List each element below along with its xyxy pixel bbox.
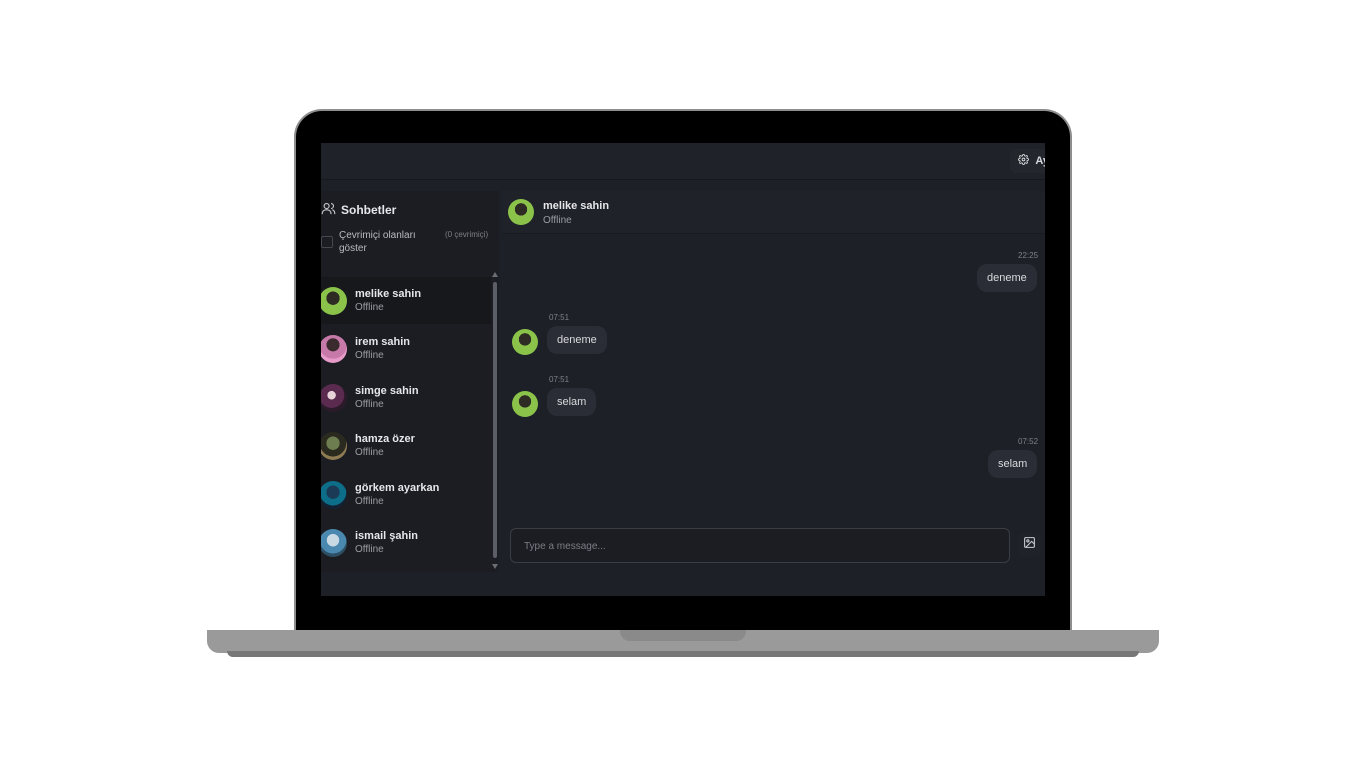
chat-contact-name: melike sahin (543, 200, 610, 212)
contact-text: görkem ayarkan Offline (355, 481, 439, 508)
contact-name: hamza özer (355, 433, 415, 445)
contact-list-scrollbar[interactable] (492, 272, 498, 569)
chat-header: melike sahin Offline (502, 191, 1045, 234)
message-time: 07:51 (549, 313, 570, 322)
avatar (321, 528, 347, 557)
online-filter-label[interactable]: Çevrimiçi olanları göster (339, 229, 439, 255)
message-bubble-incoming: selam (547, 388, 597, 416)
avatar (321, 286, 347, 315)
contact-text: ismail şahin Offline (355, 529, 418, 556)
sidebar-header: Sohbetler (321, 201, 396, 219)
contact-item[interactable]: ismail şahin Offline (321, 519, 491, 566)
scroll-up-arrow-icon[interactable] (492, 272, 498, 277)
image-icon (1023, 536, 1036, 554)
message-time: 07:51 (549, 375, 570, 384)
top-bar: Ay (321, 143, 1045, 180)
contact-name: simge sahin (355, 385, 419, 397)
contact-item[interactable]: görkem ayarkan Offline (321, 471, 491, 518)
chat-contact-status: Offline (543, 215, 572, 226)
contact-status: Offline (355, 350, 384, 361)
message-input-wrapper (510, 528, 1010, 564)
avatar (512, 391, 538, 417)
contact-name: görkem ayarkan (355, 482, 440, 494)
message-bubble-incoming: deneme (547, 326, 607, 354)
contact-item[interactable]: irem sahin Offline (321, 325, 491, 372)
contact-status: Offline (355, 496, 384, 507)
contact-text: hamza özer Offline (355, 432, 415, 459)
message-bubble-outgoing: selam (988, 450, 1038, 478)
laptop-base-foot (227, 651, 1139, 657)
online-count: (0 çevrimiçi) (445, 230, 489, 239)
avatar (321, 480, 347, 509)
scroll-down-arrow-icon[interactable] (492, 564, 498, 569)
contact-status: Offline (355, 302, 384, 313)
avatar (321, 334, 347, 363)
laptop-notch (620, 630, 746, 641)
contact-item[interactable]: melike sahin Offline (321, 277, 491, 324)
contact-item[interactable]: hamza özer Offline (321, 422, 491, 469)
contact-list: melike sahin Offline irem sahin Offline … (321, 277, 491, 572)
contact-name: melike sahin (355, 288, 422, 300)
settings-button[interactable]: Ay (1010, 149, 1045, 173)
message-bubble-outgoing: deneme (977, 264, 1037, 292)
avatar (508, 199, 534, 225)
contact-name: ismail şahin (355, 530, 418, 542)
online-filter: Çevrimiçi olanları göster (0 çevrimiçi) (321, 229, 497, 255)
contact-text: melike sahin Offline (355, 287, 421, 314)
settings-label: Ay (1035, 155, 1045, 167)
sidebar-title: Sohbetler (341, 203, 397, 217)
scrollbar-thumb[interactable] (493, 282, 497, 558)
message-input[interactable] (522, 529, 996, 564)
message-time: 07:52 (1018, 437, 1039, 446)
contact-text: irem sahin Offline (355, 335, 410, 362)
chat-sidebar: Sohbetler Çevrimiçi olanları göster (0 ç… (321, 191, 499, 572)
avatar (512, 329, 538, 355)
contact-status: Offline (355, 399, 384, 410)
gear-icon (1018, 154, 1030, 168)
avatar (321, 431, 347, 460)
contact-text: simge sahin Offline (355, 384, 419, 411)
users-icon (321, 201, 336, 219)
online-checkbox[interactable] (321, 236, 333, 248)
message-time: 22:25 (1018, 251, 1039, 260)
attach-image-button[interactable] (1017, 533, 1041, 557)
app-screen: Ay Sohbetler Çevrimiçi olanları göster (… (321, 143, 1045, 596)
contact-status: Offline (355, 447, 384, 458)
contact-status: Offline (355, 544, 384, 555)
contact-name: irem sahin (355, 336, 411, 348)
contact-item[interactable]: simge sahin Offline (321, 374, 491, 421)
avatar (321, 383, 347, 412)
